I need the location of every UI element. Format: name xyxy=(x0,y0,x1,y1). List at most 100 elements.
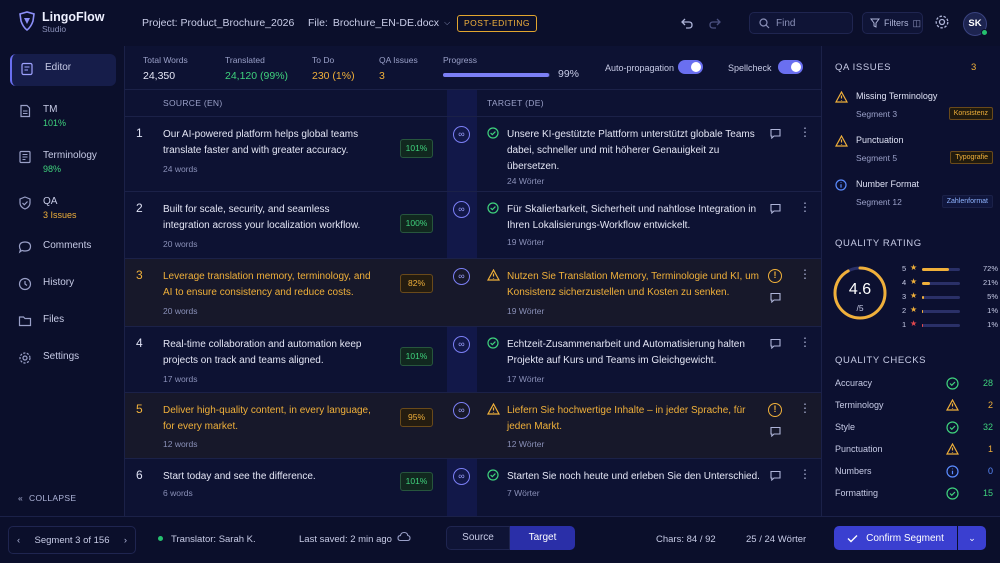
undo-icon[interactable] xyxy=(680,16,694,30)
alert-icon[interactable]: ! xyxy=(768,269,782,283)
quality-check-count: 15 xyxy=(982,488,993,498)
link-segment-icon[interactable]: ∞ xyxy=(453,468,470,485)
stat-label: Translated xyxy=(225,55,265,65)
rating-out-of: /5 xyxy=(856,303,864,313)
confirm-dropdown-chevron-icon[interactable]: ⌄ xyxy=(958,526,986,550)
checkmark-icon xyxy=(847,534,858,543)
target-text[interactable]: Für Skalierbarkeit, Sicherheit und nahtl… xyxy=(507,202,767,234)
segment-row[interactable]: 2 Built for scale, security, and seamles… xyxy=(125,191,822,258)
quality-checks-heading: QUALITY CHECKS xyxy=(835,355,927,366)
collapse-label: COLLAPSE xyxy=(29,493,77,503)
link-segment-icon[interactable]: ∞ xyxy=(453,268,470,285)
quality-check-row[interactable]: Formatting 15 xyxy=(835,487,995,502)
source-text: Our AI-powered platform helps global tea… xyxy=(163,129,359,156)
sidebar: Editor TM 101% Terminology 98% QA 3 Issues … xyxy=(0,46,124,516)
app-name: LingoFlow xyxy=(42,10,105,24)
sidebar-item-terminology[interactable]: Terminology 98% xyxy=(10,142,116,174)
translator-label: Translator: Sarah K. xyxy=(158,534,256,545)
app-logo[interactable]: LingoFlow Studio xyxy=(18,11,104,35)
cloud-icon xyxy=(397,531,411,542)
sidebar-item-files[interactable]: Files xyxy=(10,306,116,338)
progress-fill xyxy=(443,73,549,77)
sidebar-item-history[interactable]: History xyxy=(10,269,116,301)
sidebar-item-settings[interactable]: Settings xyxy=(10,343,116,375)
search-placeholder: Find xyxy=(776,17,796,29)
comment-icon[interactable] xyxy=(770,426,781,437)
filters-button[interactable]: Filters ◫ xyxy=(862,12,923,34)
target-text[interactable]: Starten Sie noch heute und erleben Sie d… xyxy=(507,469,767,485)
comment-icon[interactable] xyxy=(770,470,781,481)
qa-issue-title: Punctuation xyxy=(856,135,904,145)
sidebar-item-qa[interactable]: QA 3 Issues xyxy=(10,188,116,220)
source-view-button[interactable]: Source xyxy=(446,526,510,550)
stat-progress: Progress xyxy=(443,55,477,65)
segment-row[interactable]: 6 Start today and see the difference. 6 … xyxy=(125,458,822,516)
chevron-right-icon[interactable]: › xyxy=(124,535,127,546)
more-options-icon[interactable]: ⋮ xyxy=(799,402,811,414)
qa-issues-count: 3 xyxy=(971,62,977,73)
spellcheck-toggle[interactable] xyxy=(778,60,803,74)
redo-icon[interactable] xyxy=(708,16,722,30)
filter-icon xyxy=(870,18,880,28)
quality-check-row[interactable]: Accuracy 28 xyxy=(835,377,995,392)
sidebar-item-sub: 98% xyxy=(43,164,62,174)
link-segment-icon[interactable]: ∞ xyxy=(453,402,470,419)
rating-bar-track xyxy=(922,268,960,271)
target-text[interactable]: Unsere KI-gestützte Plattform unterstütz… xyxy=(507,127,767,175)
search-input[interactable]: Find xyxy=(749,12,853,34)
quality-check-row[interactable]: Terminology 2 xyxy=(835,399,995,414)
segment-row-active[interactable]: 3 Leverage translation memory, terminolo… xyxy=(125,258,822,326)
confirm-segment-button[interactable]: Confirm Segment xyxy=(834,526,957,550)
target-view-button[interactable]: Target xyxy=(510,526,575,550)
segment-row[interactable]: 5 Deliver high-quality content, in every… xyxy=(125,392,822,458)
chevron-left-icon[interactable]: ‹ xyxy=(17,535,20,546)
sidebar-item-label: Terminology xyxy=(43,150,97,161)
target-text[interactable]: Echtzeit-Zusammenarbeit und Automatisier… xyxy=(507,337,767,369)
auto-propagation-toggle[interactable] xyxy=(678,60,703,74)
quality-check-row[interactable]: Style 32 xyxy=(835,421,995,436)
target-column-header: TARGET (DE) xyxy=(487,98,544,108)
collapse-sidebar-button[interactable]: « COLLAPSE xyxy=(18,493,76,503)
segment-row[interactable]: 4 Real-time collaboration and automation… xyxy=(125,326,822,392)
rating-bar-fill xyxy=(922,296,924,299)
sidebar-item-editor[interactable]: Editor xyxy=(10,54,116,86)
more-options-icon[interactable]: ⋮ xyxy=(799,268,811,280)
rating-distribution-row: 5 ★ 72% xyxy=(902,263,998,275)
sidebar-item-tm[interactable]: TM 101% xyxy=(10,96,116,128)
alert-icon[interactable]: ! xyxy=(768,403,782,417)
settings-gear-icon[interactable] xyxy=(934,14,950,30)
segment-number: 1 xyxy=(136,126,143,140)
project-name[interactable]: Project: Product_Brochure_2026 xyxy=(142,17,294,29)
comment-icon[interactable] xyxy=(770,338,781,349)
link-segment-icon[interactable]: ∞ xyxy=(453,126,470,143)
target-text[interactable]: Nutzen Sie Translation Memory, Terminolo… xyxy=(507,269,767,301)
sidebar-item-label: Files xyxy=(43,314,65,325)
sliders-icon: ◫ xyxy=(912,17,922,28)
quality-check-row[interactable]: Numbers 0 xyxy=(835,465,995,480)
quality-check-row[interactable]: Punctuation 1 xyxy=(835,443,995,458)
sidebar-item-comments[interactable]: Comments xyxy=(10,232,116,264)
warning-triangle-icon xyxy=(946,399,959,412)
comment-icon xyxy=(18,240,32,254)
file-selector[interactable]: File: Brochure_EN-DE.docx ⌵ xyxy=(308,17,450,29)
spellcheck-label: Spellcheck xyxy=(728,63,772,73)
more-options-icon[interactable]: ⋮ xyxy=(799,336,811,348)
more-options-icon[interactable]: ⋮ xyxy=(799,201,811,213)
check-circle-icon xyxy=(487,127,499,139)
qa-issue-segment: Segment 5 xyxy=(856,153,898,163)
comment-icon[interactable] xyxy=(770,128,781,139)
comment-icon[interactable] xyxy=(770,203,781,214)
sidebar-item-label: TM xyxy=(43,104,58,115)
target-word-count: 19 Wörter xyxy=(507,237,545,247)
source-text: Deliver high-quality content, in every l… xyxy=(163,405,371,432)
rating-percent: 1% xyxy=(987,320,998,329)
quality-check-label: Terminology xyxy=(835,400,884,410)
more-options-icon[interactable]: ⋮ xyxy=(799,468,811,480)
link-segment-icon[interactable]: ∞ xyxy=(453,336,470,353)
status-badge: POST-EDITING xyxy=(457,15,537,32)
target-text[interactable]: Liefern Sie hochwertige Inhalte – in jed… xyxy=(507,403,767,435)
segment-row[interactable]: 1 Our AI-powered platform helps global t… xyxy=(125,116,822,191)
comment-icon[interactable] xyxy=(770,292,781,303)
more-options-icon[interactable]: ⋮ xyxy=(799,126,811,138)
link-segment-icon[interactable]: ∞ xyxy=(453,201,470,218)
